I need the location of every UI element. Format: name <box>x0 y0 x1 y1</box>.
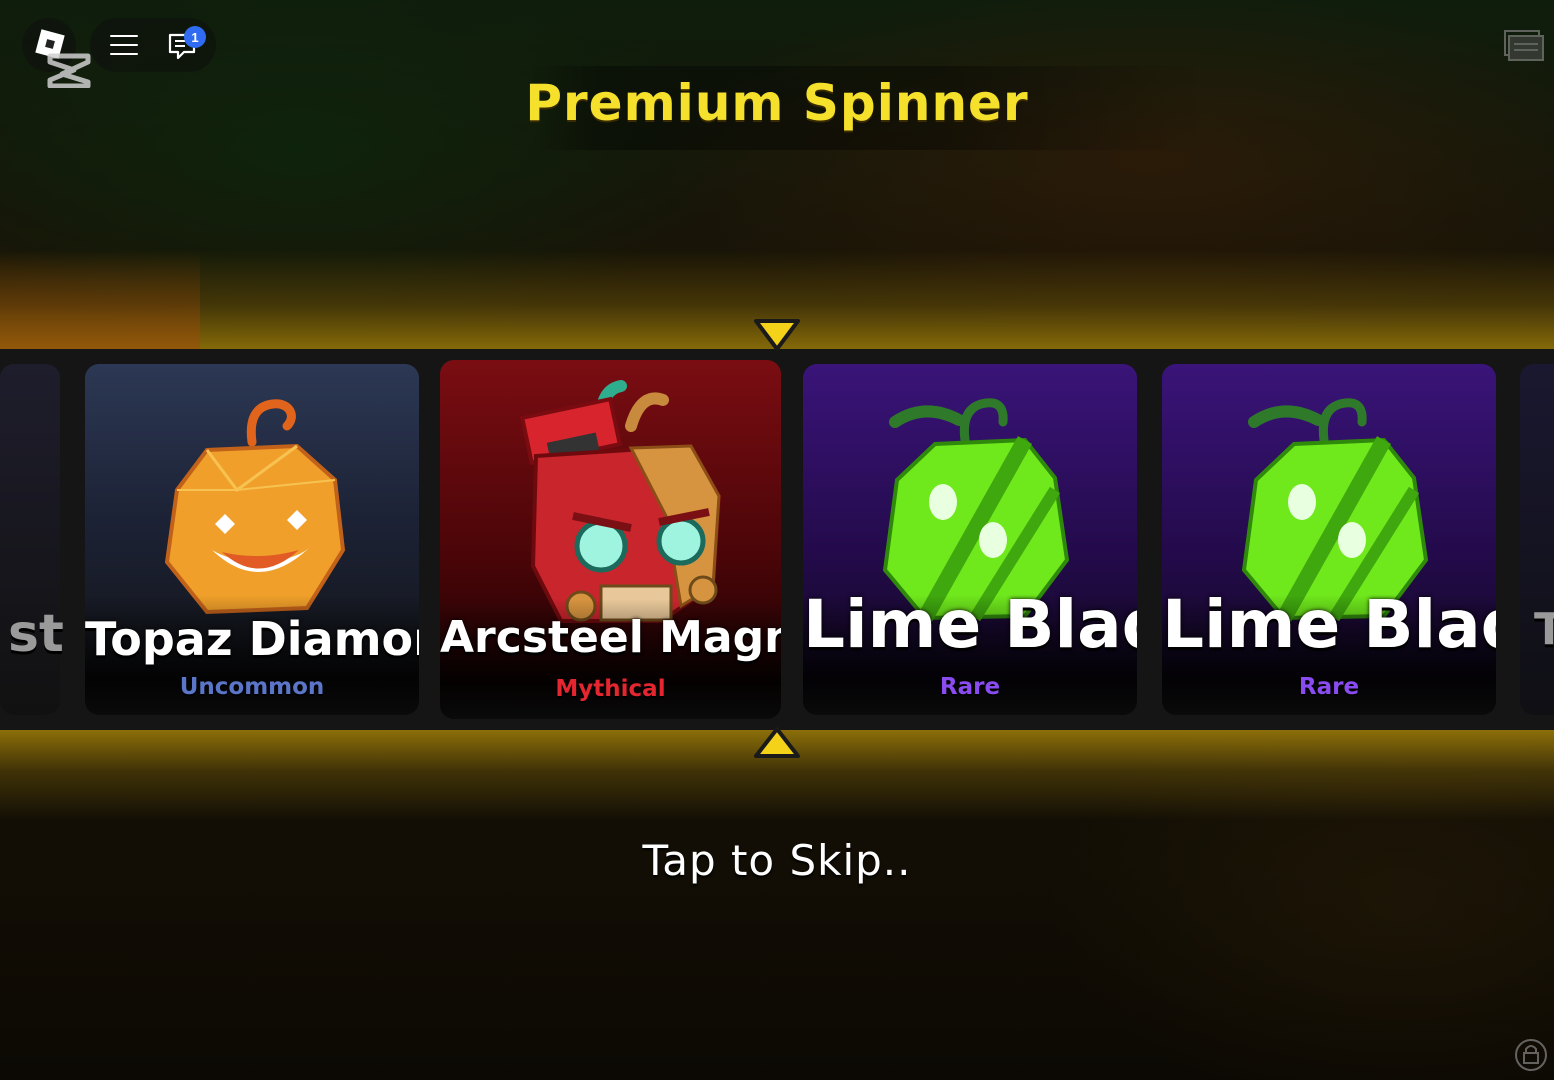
tap-to-skip-button[interactable]: Tap to Skip.. <box>0 836 1554 885</box>
spinner-card-lime-blade: Lime Blade Rare <box>803 364 1137 715</box>
pointer-down-icon <box>754 319 800 351</box>
lock-icon[interactable] <box>1514 1038 1548 1072</box>
edge-item-name-right: T <box>1534 604 1554 655</box>
spinner-card-lime-blade: Lime Blade Rare <box>1162 364 1496 715</box>
spinner-card-topaz-diamond: Topaz Diamond Uncommon <box>85 364 419 715</box>
screenshot-stack-icon[interactable] <box>1504 30 1544 62</box>
edge-item-name-left: st <box>8 604 64 664</box>
pointer-up-icon <box>754 727 800 758</box>
arcsteel-magnet-icon <box>519 380 721 623</box>
item-name: Topaz Diamond <box>85 612 419 666</box>
chat-notification-badge: 1 <box>184 26 206 48</box>
item-rarity: Mythical <box>555 676 666 702</box>
spinner-title: Premium Spinner <box>525 74 1029 132</box>
item-rarity: Uncommon <box>179 674 325 700</box>
spinner-card-edge-right <box>1520 364 1554 715</box>
item-name: Lime Blade <box>1162 586 1496 663</box>
item-name: Lime Blade <box>803 586 1137 663</box>
item-name: Arcsteel Magnet <box>440 612 781 663</box>
hamburger-menu-icon[interactable] <box>110 35 138 55</box>
roblox-topbar: 1 <box>22 18 216 88</box>
item-rarity: Rare <box>1298 674 1360 700</box>
topaz-fruit-icon <box>164 399 346 615</box>
item-rarity: Rare <box>939 674 1001 700</box>
spinner-card-arcsteel-magnet: Arcsteel Magnet Mythical <box>440 360 781 719</box>
